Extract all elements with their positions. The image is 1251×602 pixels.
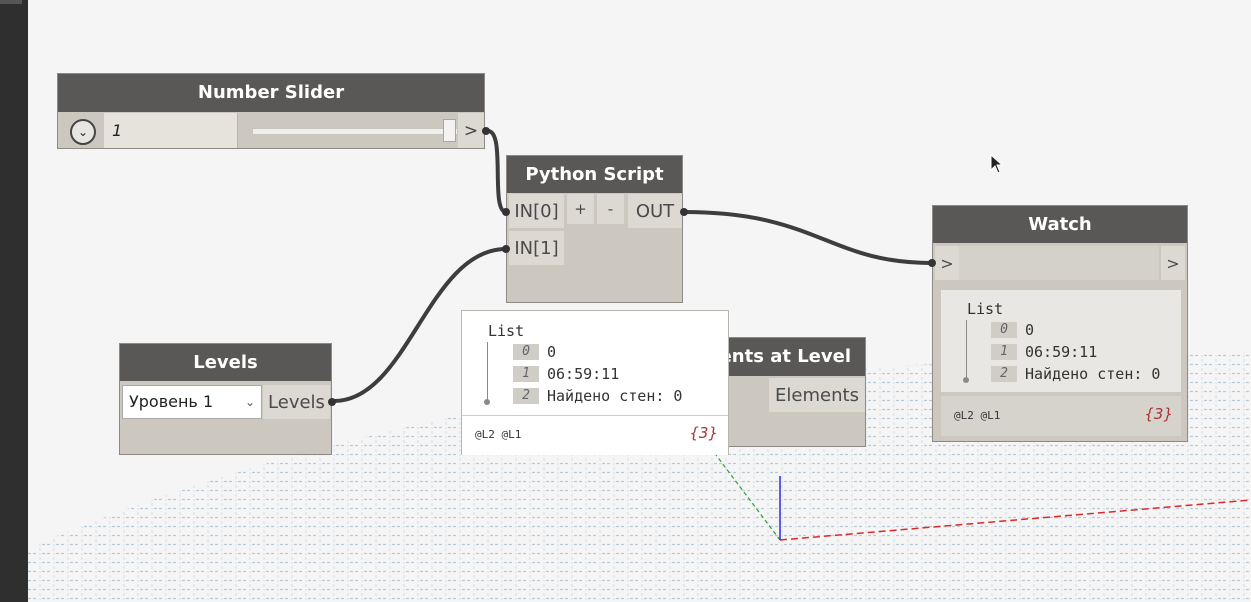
list-title: List bbox=[967, 300, 1004, 318]
levels-title: Levels bbox=[120, 344, 331, 381]
popup-list-view: List 00 1 06:59:11 2 Найдено стен: 0 bbox=[462, 311, 728, 415]
graph-canvas[interactable]: Number Slider ⌄ 1 > Python Script IN[0] … bbox=[28, 0, 1251, 602]
add-input-button[interactable]: + bbox=[567, 194, 594, 224]
mouse-cursor-icon bbox=[990, 154, 1004, 174]
python-input-port-0[interactable]: IN[0] bbox=[509, 194, 564, 228]
list-title: List bbox=[488, 322, 525, 340]
slider-track[interactable] bbox=[252, 128, 458, 135]
watch-list-view: List 00 1 06:59:11 2 Найдено стен: 0 bbox=[941, 290, 1181, 392]
number-slider-title: Number Slider bbox=[58, 74, 484, 112]
slider-thumb[interactable] bbox=[443, 119, 456, 142]
watch-title: Watch bbox=[933, 206, 1187, 243]
number-slider-node[interactable]: Number Slider ⌄ 1 > bbox=[57, 73, 490, 149]
chevron-down-icon: ⌄ bbox=[244, 395, 255, 409]
python-input-dot-1[interactable] bbox=[502, 245, 510, 253]
slider-output-dot[interactable] bbox=[482, 127, 490, 135]
list-tree-dot bbox=[963, 377, 969, 383]
chevron-down-icon[interactable]: ⌄ bbox=[70, 119, 96, 145]
list-item: 1 06:59:11 bbox=[513, 365, 619, 383]
left-sidebar-strip bbox=[0, 0, 28, 602]
list-tree-line bbox=[487, 342, 488, 402]
list-item: 1 06:59:11 bbox=[991, 343, 1097, 361]
list-levels-label: @L2 @L1 bbox=[954, 409, 1001, 422]
list-tree-dot bbox=[484, 399, 490, 405]
slider-output-port[interactable]: > bbox=[458, 113, 484, 148]
watch-node[interactable]: Watch > > List 00 1 06:59:11 2 Найдено сте… bbox=[928, 205, 1188, 442]
sidebar-tab[interactable] bbox=[0, 0, 22, 4]
levels-dropdown[interactable]: Уровень 1 ⌄ bbox=[122, 385, 262, 419]
remove-input-button[interactable]: - bbox=[597, 194, 624, 224]
elements-output-port[interactable]: Elements bbox=[769, 378, 865, 412]
preview-popup[interactable]: List 00 1 06:59:11 2 Найдено стен: 0 @L2 @… bbox=[461, 310, 729, 455]
levels-output-dot[interactable] bbox=[328, 398, 336, 406]
list-item: 00 bbox=[513, 343, 556, 361]
levels-node[interactable]: Levels Уровень 1 ⌄ Levels bbox=[119, 343, 336, 455]
python-input-port-1[interactable]: IN[1] bbox=[509, 231, 564, 265]
python-script-node[interactable]: Python Script IN[0] IN[1] + - OUT bbox=[502, 155, 688, 303]
watch-input-port[interactable]: > bbox=[935, 246, 959, 280]
levels-output-port[interactable]: Levels bbox=[263, 385, 330, 419]
wire-slider-to-python bbox=[487, 129, 507, 214]
list-tree-line bbox=[966, 320, 967, 380]
python-output-port[interactable]: OUT bbox=[628, 194, 682, 228]
watch-input-dot[interactable] bbox=[928, 259, 936, 267]
watch-footer: @L2 @L1 {3} bbox=[941, 396, 1181, 436]
list-count: {3} bbox=[689, 424, 718, 442]
watch-port-bar bbox=[959, 246, 1159, 280]
python-input-dot-0[interactable] bbox=[502, 208, 510, 216]
wire-python-to-watch bbox=[683, 210, 933, 265]
python-output-dot[interactable] bbox=[680, 208, 688, 216]
list-count: {3} bbox=[1144, 405, 1173, 423]
levels-selected-value: Уровень 1 bbox=[129, 392, 214, 411]
list-item: 00 bbox=[991, 321, 1034, 339]
list-levels-label: @L2 @L1 bbox=[475, 428, 522, 441]
python-script-title: Python Script bbox=[507, 156, 682, 193]
list-item: 2 Найдено стен: 0 bbox=[991, 365, 1160, 383]
slider-value-field[interactable]: 1 bbox=[104, 113, 238, 148]
watch-output-port[interactable]: > bbox=[1161, 246, 1185, 280]
popup-footer: @L2 @L1 {3} bbox=[462, 415, 728, 455]
list-item: 2 Найдено стен: 0 bbox=[513, 387, 682, 405]
